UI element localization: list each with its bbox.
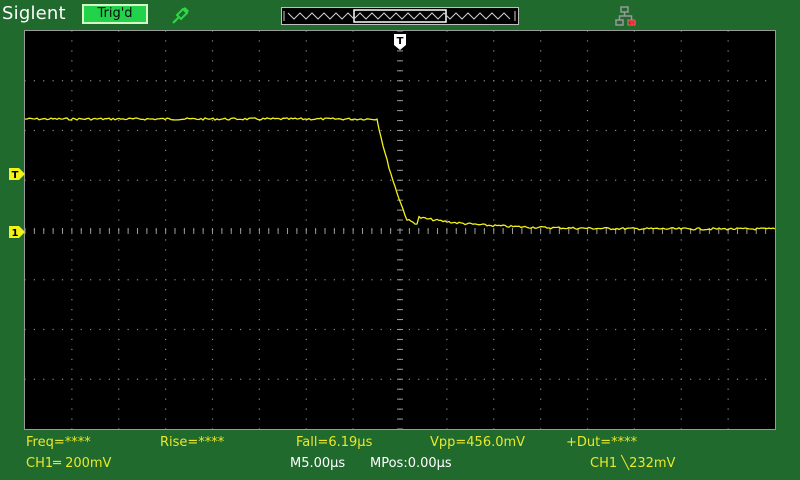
measure-duty: +Dut=**** [566,435,638,450]
network-disconnected-icon [614,6,640,32]
memory-waveform-icon [283,9,516,23]
top-status-bar: Siglent Trig'd [0,0,800,30]
trigger-status-badge[interactable]: Trig'd [82,4,148,24]
brand-label: Siglent [2,3,66,24]
probe-icon [170,4,192,30]
svg-text:T: T [397,36,404,47]
ch1-trace [25,117,775,231]
trigger-level-marker-icon[interactable]: T [8,166,26,185]
measure-vpp: Vpp=456.0mV [430,435,526,450]
timebase-readout[interactable]: M5.00µs [290,456,345,472]
waveform-display[interactable] [24,30,776,430]
ch1-waveform [25,117,775,231]
ch1-ground-marker-icon[interactable]: 1 [8,224,26,243]
horizontal-position-readout[interactable]: MPos:0.00µs [370,456,452,472]
measure-fall: Fall=6.19µs [296,435,373,450]
trigger-position-marker-icon[interactable]: T [393,33,407,55]
measure-rise: Rise=**** [160,435,225,450]
ch1-scale-readout[interactable]: CH1═ 200mV [26,456,111,472]
svg-text:1: 1 [12,228,19,239]
measure-freq: Freq=**** [26,435,91,450]
memory-depth-indicator [281,7,519,25]
trigger-readout[interactable]: CH1 ╲232mV [590,456,675,472]
svg-text:T: T [12,170,19,181]
